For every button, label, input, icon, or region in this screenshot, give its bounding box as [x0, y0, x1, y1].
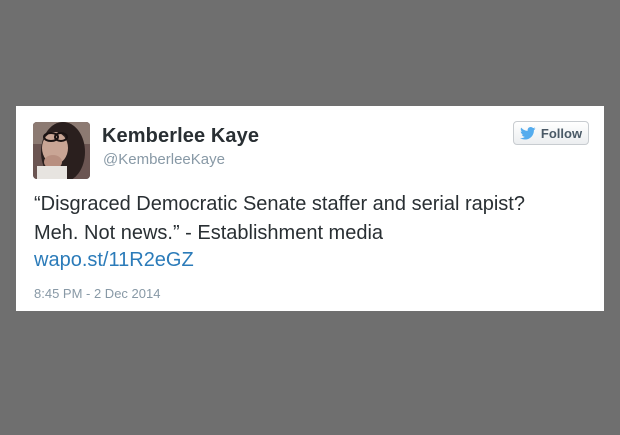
tweet-timestamp[interactable]: 8:45 PM - 2 Dec 2014	[34, 286, 160, 301]
avatar[interactable]	[33, 122, 90, 179]
display-name[interactable]: Kemberlee Kaye	[102, 125, 259, 148]
screen-name[interactable]: @KemberleeKaye	[103, 151, 225, 168]
follow-button-label: Follow	[540, 125, 583, 141]
tweet-text-line: “Disgraced Democratic Senate staffer and…	[34, 193, 525, 215]
follow-button[interactable]: Follow	[513, 121, 589, 145]
avatar-image	[33, 122, 90, 179]
tweet-text: “Disgraced Democratic Senate staffer and…	[34, 190, 594, 248]
tweet-text-line: Meh. Not news.” - Establishment media	[34, 222, 384, 244]
twitter-bird-icon	[519, 126, 536, 140]
tweet-link[interactable]: wapo.st/11R2eGZ	[34, 249, 194, 272]
tweet-card: Kemberlee Kaye @KemberleeKaye Follow “Di…	[16, 106, 604, 311]
